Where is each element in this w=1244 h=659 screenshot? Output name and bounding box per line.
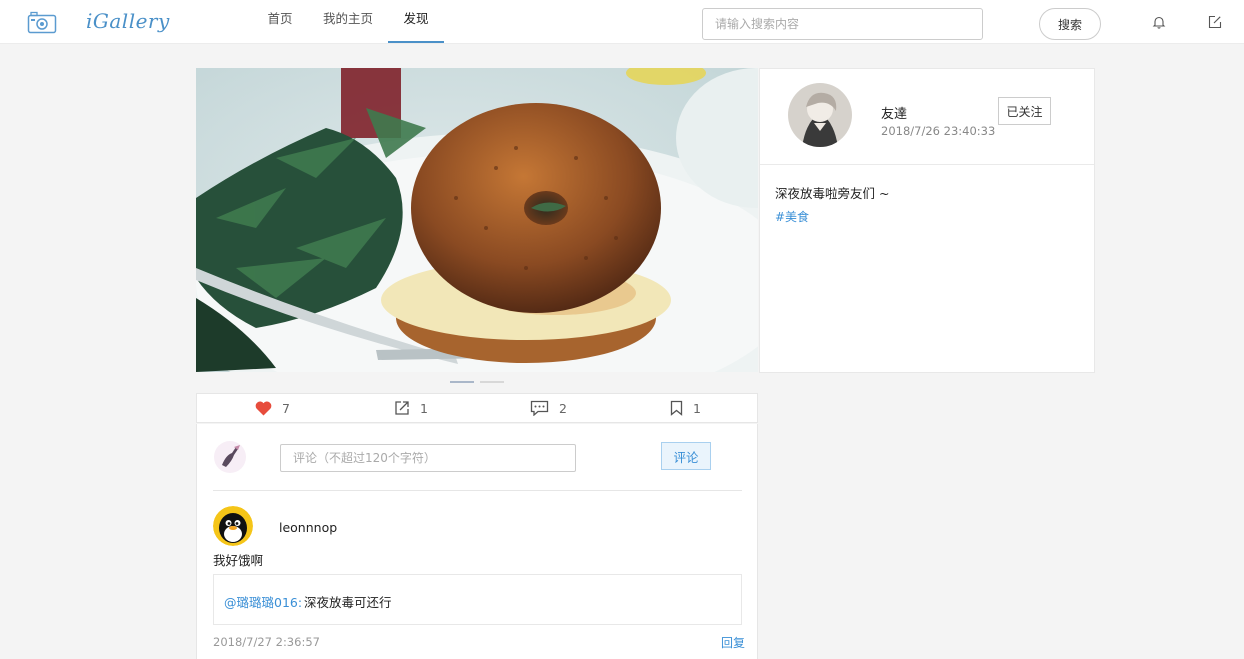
nav-active-indicator (388, 41, 444, 43)
bookmark-icon (670, 400, 683, 416)
post-photo[interactable] (196, 68, 758, 372)
post-action-bar: 7 1 2 1 (196, 393, 758, 423)
comment-count: 2 (559, 400, 567, 416)
bell-icon[interactable] (1152, 15, 1166, 29)
reply-button[interactable]: 回复 (721, 634, 745, 651)
comment-input[interactable] (280, 444, 576, 472)
reply-text: 深夜放毒可还行 (304, 595, 392, 610)
post-caption: 深夜放毒啦旁友们 ~ (775, 186, 890, 201)
commenter-avatar[interactable] (213, 506, 253, 546)
bagel-food-image (196, 68, 758, 372)
follow-button[interactable]: 已关注 (998, 97, 1051, 125)
author-avatar[interactable] (788, 83, 852, 147)
share-action[interactable]: 1 (394, 394, 428, 422)
post-time: 2018/7/26 23:40:33 (881, 124, 996, 138)
edit-icon[interactable] (1208, 15, 1222, 29)
reply-mention[interactable]: @璐璐璐016: (224, 592, 302, 611)
carousel-dot[interactable] (450, 381, 474, 383)
post-info-card: 友達 2018/7/26 23:40:33 已关注 深夜放毒啦旁友们 ~ #美食 (759, 68, 1095, 373)
bookmark-action[interactable]: 1 (670, 394, 701, 422)
comment-icon (530, 400, 549, 416)
quoted-reply: @璐璐璐016: 深夜放毒可还行 (213, 574, 742, 625)
divider (760, 164, 1094, 165)
commenter-name[interactable]: leonnnop (279, 520, 337, 535)
heart-icon (255, 401, 272, 415)
carousel-dot[interactable] (480, 381, 504, 383)
like-action[interactable]: 7 (255, 394, 290, 422)
bookmark-count: 1 (693, 400, 701, 416)
logo-text[interactable]: iGallery (86, 9, 170, 33)
share-count: 1 (420, 400, 428, 416)
comment-text: 我好饿啊 (213, 553, 264, 568)
divider (213, 490, 742, 491)
like-count: 7 (282, 400, 290, 416)
comments-panel: 评论 leonnnop 我好饿啊 @璐璐璐016: 深夜放毒可还行 2018/7… (196, 424, 758, 659)
search-input[interactable] (702, 8, 983, 40)
comment-time: 2018/7/27 2:36:57 (213, 635, 320, 649)
submit-comment-button[interactable]: 评论 (661, 442, 711, 470)
nav-discover[interactable]: 发现 (388, 0, 444, 44)
top-navbar: iGallery 首页 我的主页 发现 搜索 (0, 0, 1244, 44)
current-user-avatar[interactable] (214, 441, 246, 473)
carousel-indicators (450, 381, 506, 384)
search-button[interactable]: 搜索 (1039, 8, 1101, 40)
nav-my-page[interactable]: 我的主页 (318, 0, 378, 44)
nav-home[interactable]: 首页 (262, 0, 298, 44)
post-tag[interactable]: #美食 (775, 208, 809, 225)
author-name[interactable]: 友達 (881, 103, 907, 122)
comment-action[interactable]: 2 (530, 394, 567, 422)
camera-logo-icon[interactable] (27, 11, 57, 35)
share-icon (395, 401, 409, 415)
